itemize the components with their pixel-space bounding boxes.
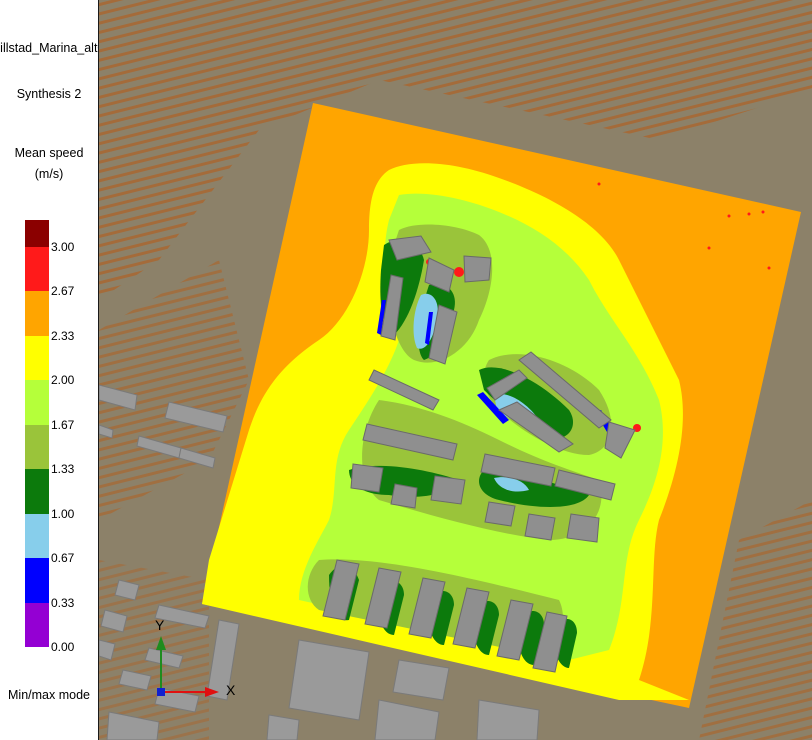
colorbar-tick-label: 0.33 — [51, 595, 75, 610]
colorbar-tick-label: 1.33 — [51, 462, 75, 477]
colorbar-segment — [25, 469, 49, 515]
colorbar-tick-label: 2.67 — [51, 284, 75, 299]
colorbar-tick-label: 0.00 — [51, 640, 75, 654]
minmax-mode-button[interactable]: Min/max mode — [0, 688, 98, 702]
colorbar-tick-label: 1.00 — [51, 506, 75, 521]
colorbar-segment — [25, 247, 49, 292]
colorbar-segment — [25, 602, 49, 648]
x-axis-label: X — [226, 682, 236, 698]
colorbar-tick-label: 0.67 — [51, 551, 75, 566]
colorbar-segment — [25, 513, 49, 559]
colorbar-segment — [25, 380, 49, 426]
colorbar-tick-label: 2.00 — [51, 373, 75, 388]
colorbar-segment — [25, 558, 49, 604]
y-axis-label: Y — [155, 617, 165, 633]
measure-label: Mean speed — [14, 146, 84, 160]
colorbar-segment — [25, 424, 49, 470]
z-axis-marker — [157, 688, 165, 696]
wind-speed-map[interactable] — [99, 0, 812, 740]
colorbar-tick-label: 2.33 — [51, 328, 75, 343]
3d-viewport[interactable]: Y X — [99, 0, 812, 740]
colorbar-segment — [25, 220, 49, 248]
colorbar-tick-label: 1.67 — [51, 417, 75, 432]
legend-panel: rillstad_Marina_alt0 Synthesis 2 Mean sp… — [0, 0, 99, 740]
project-name: rillstad_Marina_alt0 — [0, 41, 99, 55]
synthesis-label: Synthesis 2 — [16, 87, 82, 101]
unit-label: (m/s) — [34, 167, 64, 181]
colorbar — [25, 220, 49, 648]
colorbar-segment — [25, 335, 49, 381]
colorbar-tick-label: 3.00 — [51, 240, 75, 254]
colorbar-segment — [25, 291, 49, 337]
